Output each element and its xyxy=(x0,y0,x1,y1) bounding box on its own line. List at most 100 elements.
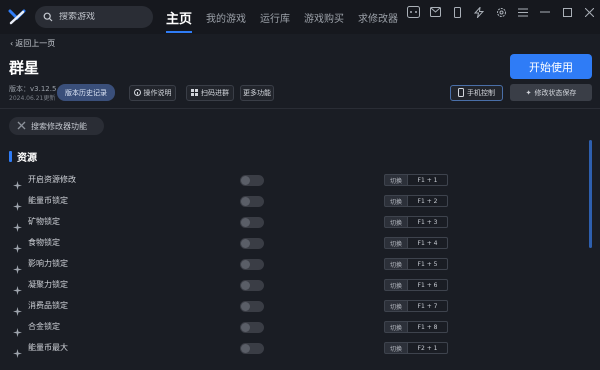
cheat-label: 影响力锁定 xyxy=(28,259,68,268)
app-logo-icon[interactable] xyxy=(8,8,26,26)
chevron-left-icon: ‹ xyxy=(10,39,14,48)
minimize-icon[interactable] xyxy=(538,5,552,19)
cheat-label: 能量币最大 xyxy=(28,343,68,352)
info-icon xyxy=(133,88,141,98)
cheat-row: 合金锁定 切换 F1 + 8 xyxy=(0,317,590,338)
cheat-row: 能量币最大 切换 F2 + 1 xyxy=(0,338,590,359)
save-state-button[interactable]: ✦ 修改状态保存 xyxy=(510,84,592,101)
update-date: 2024.06.21更新 xyxy=(9,95,56,102)
menu-icon[interactable] xyxy=(516,5,530,19)
gamepad-icon[interactable] xyxy=(406,5,420,19)
phone-icon[interactable] xyxy=(450,5,464,19)
sparkle-icon xyxy=(13,280,22,295)
version-text: 版本：v3.12.5 xyxy=(9,85,57,93)
cheat-toggle[interactable] xyxy=(240,238,264,249)
cheat-row: 开启资源修改 切换 F1 + 1 xyxy=(0,170,590,191)
sparkle-icon xyxy=(13,259,22,274)
cheat-label: 矿物锁定 xyxy=(28,217,60,226)
cheat-toggle[interactable] xyxy=(240,322,264,333)
game-search-input[interactable] xyxy=(59,12,139,22)
nav-my-games[interactable]: 我的游戏 xyxy=(206,10,246,25)
join-group-button[interactable]: 扫码进群 xyxy=(186,85,234,101)
maximize-icon[interactable] xyxy=(560,5,574,19)
cheat-list: 开启资源修改 切换 F1 + 1 能量币锁定 切换 F1 + 2 矿物锁定 切换… xyxy=(0,170,590,359)
sparkle-icon xyxy=(13,322,22,337)
nav-home[interactable]: 主页 xyxy=(166,8,193,33)
more-features-button[interactable]: 更多功能 xyxy=(240,85,274,101)
cheat-row: 矿物锁定 切换 F1 + 3 xyxy=(0,212,590,233)
more-features-label: 更多功能 xyxy=(243,89,271,97)
scrollbar[interactable] xyxy=(589,140,592,248)
cheat-toggle[interactable] xyxy=(240,301,264,312)
cheat-toggle[interactable] xyxy=(240,175,264,186)
cheat-row: 影响力锁定 切换 F1 + 5 xyxy=(0,254,590,275)
back-link[interactable]: ‹ 返回上一页 xyxy=(10,38,55,49)
main-nav: 主页 我的游戏 运行库 游戏购买 求修改器 xyxy=(166,0,412,34)
hotkey-switch-label: 切换 xyxy=(384,321,408,333)
hotkey-switch-label: 切换 xyxy=(384,279,408,291)
hotkey-field[interactable]: F1 + 3 xyxy=(408,216,448,228)
nav-runtime[interactable]: 运行库 xyxy=(260,10,290,25)
hotkey-switch-label: 切换 xyxy=(384,174,408,186)
mail-icon[interactable] xyxy=(428,5,442,19)
start-button[interactable]: 开始使用 xyxy=(510,54,592,79)
settings-icon[interactable] xyxy=(494,5,508,19)
nav-request-trainer[interactable]: 求修改器 xyxy=(358,10,398,25)
hotkey-field[interactable]: F1 + 8 xyxy=(408,321,448,333)
sparkle-icon xyxy=(13,175,22,190)
game-search-box[interactable] xyxy=(35,6,153,28)
sparkle-icon: ✦ xyxy=(525,88,532,97)
hotkey-switch-label: 切换 xyxy=(384,237,408,249)
cheat-toggle[interactable] xyxy=(240,280,264,291)
hotkey-switch-label: 切换 xyxy=(384,342,408,354)
back-label: 返回上一页 xyxy=(15,39,56,48)
cheat-toggle[interactable] xyxy=(240,217,264,228)
cheat-toggle[interactable] xyxy=(240,259,264,270)
cheat-label: 能量币锁定 xyxy=(28,196,68,205)
sparkle-icon xyxy=(13,217,22,232)
cheat-label: 凝聚力锁定 xyxy=(28,280,68,289)
cheat-row: 食物锁定 切换 F1 + 4 xyxy=(0,233,590,254)
window-controls xyxy=(402,0,600,24)
phone-icon xyxy=(458,87,464,99)
cheat-row: 消费品锁定 切换 F1 + 7 xyxy=(0,296,590,317)
cheat-row: 凝聚力锁定 切换 F1 + 6 xyxy=(0,275,590,296)
cheat-label: 消费品锁定 xyxy=(28,301,68,310)
header-divider xyxy=(0,108,600,109)
qr-code-icon xyxy=(191,88,198,98)
cheat-row: 能量币锁定 切换 F1 + 2 xyxy=(0,191,590,212)
version-history-label: 版本历史记录 xyxy=(65,88,107,97)
nav-game-purchase[interactable]: 游戏购买 xyxy=(304,10,344,25)
hotkey-switch-label: 切换 xyxy=(384,216,408,228)
cheat-toggle[interactable] xyxy=(240,343,264,354)
close-icon[interactable] xyxy=(582,5,596,19)
feature-search-box[interactable] xyxy=(9,117,104,135)
hotkey-field[interactable]: F1 + 7 xyxy=(408,300,448,312)
hotkey-field[interactable]: F1 + 4 xyxy=(408,237,448,249)
section-title: 资源 xyxy=(17,153,37,164)
hotkey-field[interactable]: F1 + 2 xyxy=(408,195,448,207)
hotkey-field[interactable]: F1 + 5 xyxy=(408,258,448,270)
start-label: 开始使用 xyxy=(529,60,573,74)
cheat-label: 开启资源修改 xyxy=(28,175,76,184)
cheat-label: 食物锁定 xyxy=(28,238,60,247)
hotkey-field[interactable]: F1 + 1 xyxy=(408,174,448,186)
phone-control-label: 手机控制 xyxy=(467,89,495,97)
hotkey-field[interactable]: F2 + 1 xyxy=(408,342,448,354)
hotkey-switch-label: 切换 xyxy=(384,195,408,207)
top-bar: 主页 我的游戏 运行库 游戏购买 求修改器 xyxy=(0,0,600,34)
bolt-icon[interactable] xyxy=(472,5,486,19)
sparkle-icon xyxy=(13,196,22,211)
instructions-button[interactable]: 操作说明 xyxy=(129,85,176,101)
page-title: 群星 xyxy=(9,59,40,77)
search-icon xyxy=(43,12,53,22)
version-history-button[interactable]: 版本历史记录 xyxy=(57,84,115,101)
feature-search-input[interactable] xyxy=(31,121,101,131)
cheat-toggle[interactable] xyxy=(240,196,264,207)
version-info: 版本：v3.12.5 2024.06.21更新 xyxy=(9,85,56,103)
phone-control-button[interactable]: 手机控制 xyxy=(450,85,503,101)
sparkle-icon xyxy=(13,301,22,316)
hotkey-field[interactable]: F1 + 6 xyxy=(408,279,448,291)
tools-icon xyxy=(17,121,26,132)
cheat-label: 合金锁定 xyxy=(28,322,60,331)
